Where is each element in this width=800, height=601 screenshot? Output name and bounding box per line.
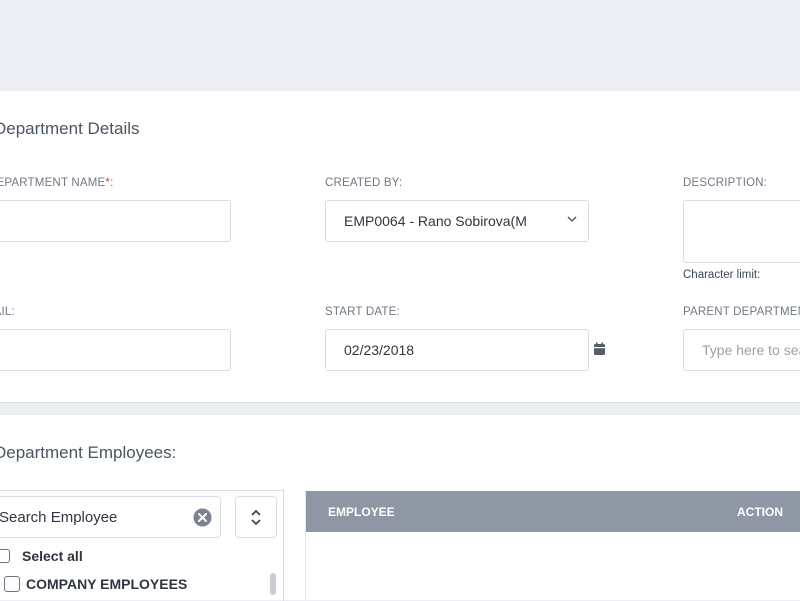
department-details-title: Department Details — [0, 119, 140, 138]
calendar-icon[interactable] — [593, 342, 606, 356]
description-label: DESCRIPTION: — [683, 177, 768, 189]
select-all-row[interactable]: Select all — [0, 548, 83, 564]
chevron-down-icon — [567, 216, 577, 223]
employee-table-header: EMPLOYEE ACTION — [306, 491, 800, 532]
select-all-checkbox[interactable] — [0, 549, 10, 563]
group-row-company-employees[interactable]: COMPANY EMPLOYEES — [4, 576, 187, 592]
created-by-select[interactable]: EMP0064 - Rano Sobirova(M — [325, 200, 589, 242]
employee-search-input[interactable]: Search Employee — [0, 496, 221, 538]
department-details-card: Department Details DEPARTMENT NAME*: CRE… — [0, 91, 800, 403]
sort-toggle-button[interactable] — [235, 496, 277, 538]
employee-table: EMPLOYEE ACTION — [305, 491, 800, 600]
start-date-label: START DATE: — [325, 306, 400, 318]
start-date-input[interactable]: 02/23/2018 — [325, 329, 589, 371]
sort-updown-icon — [251, 509, 261, 526]
column-employee: EMPLOYEE — [328, 505, 395, 519]
character-limit-note: Character limit: — [683, 269, 761, 281]
department-employees-title: Department Employees: — [0, 443, 177, 462]
parent-department-label: PARENT DEPARTMENT — [683, 306, 800, 318]
created-by-label: CREATED BY: — [325, 177, 403, 189]
department-name-label: DEPARTMENT NAME*: — [0, 177, 114, 189]
column-action: ACTION — [737, 505, 783, 519]
department-employees-card: Department Employees: Search Employee Se… — [0, 415, 800, 601]
department-name-input[interactable] — [0, 200, 231, 242]
email-input[interactable] — [0, 329, 231, 371]
description-textarea[interactable] — [683, 200, 800, 263]
parent-department-search[interactable]: Type here to search — [683, 329, 800, 371]
group-label: COMPANY EMPLOYEES — [26, 576, 188, 592]
clear-search-icon[interactable] — [193, 508, 212, 527]
email-label: EMAIL: — [0, 306, 15, 318]
group-checkbox[interactable] — [4, 576, 20, 592]
list-scrollbar[interactable] — [270, 573, 276, 595]
select-all-label: Select all — [22, 548, 83, 564]
